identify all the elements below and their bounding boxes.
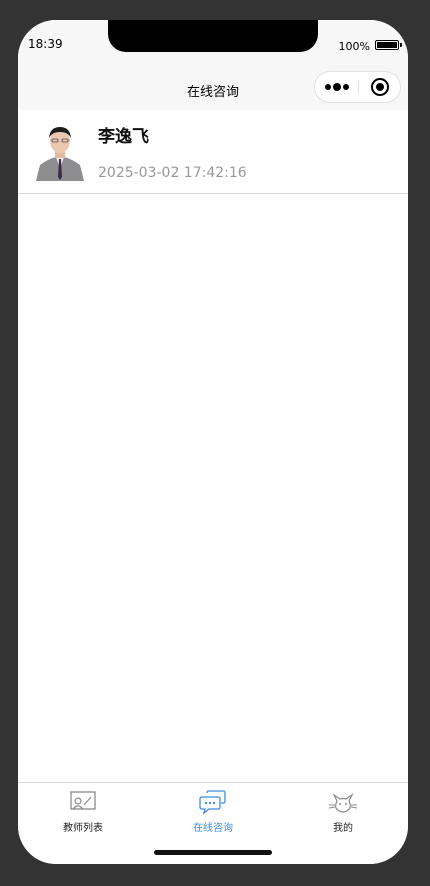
person-photo-icon: [34, 121, 86, 181]
teacher-board-icon: [70, 791, 96, 810]
chat-bubbles-icon: [199, 790, 226, 815]
tab-teacher-list[interactable]: 教师列表: [38, 789, 128, 837]
tab-label-online-consult: 在线咨询: [193, 823, 233, 834]
phone-frame: 18:39 100% 在线咨询 李逸飞 2025-03-02 17:42:16 …: [18, 20, 408, 864]
conversation-list: 李逸飞 2025-03-02 17:42:16: [18, 110, 408, 782]
conversation-time: 2025-03-02 17:42:16: [98, 165, 247, 181]
tab-mine[interactable]: 我的: [298, 789, 388, 837]
tab-label-teacher-list: 教师列表: [63, 823, 103, 834]
more-dots-icon[interactable]: [315, 72, 358, 102]
battery-icon: [375, 40, 402, 50]
status-time: 18:39: [28, 37, 63, 51]
cat-face-icon: [328, 793, 358, 813]
mini-program-capsule: [314, 71, 401, 103]
notch: [108, 20, 318, 52]
tab-label-mine: 我的: [333, 823, 353, 834]
home-indicator: [154, 850, 272, 855]
target-circle-icon[interactable]: [359, 72, 401, 102]
conversation-item[interactable]: 李逸飞 2025-03-02 17:42:16: [18, 110, 408, 194]
conversation-name: 李逸飞: [98, 127, 149, 147]
battery-percent: 100%: [338, 40, 370, 53]
nav-bar: 在线咨询: [18, 68, 408, 110]
tab-online-consult[interactable]: 在线咨询: [168, 789, 258, 837]
